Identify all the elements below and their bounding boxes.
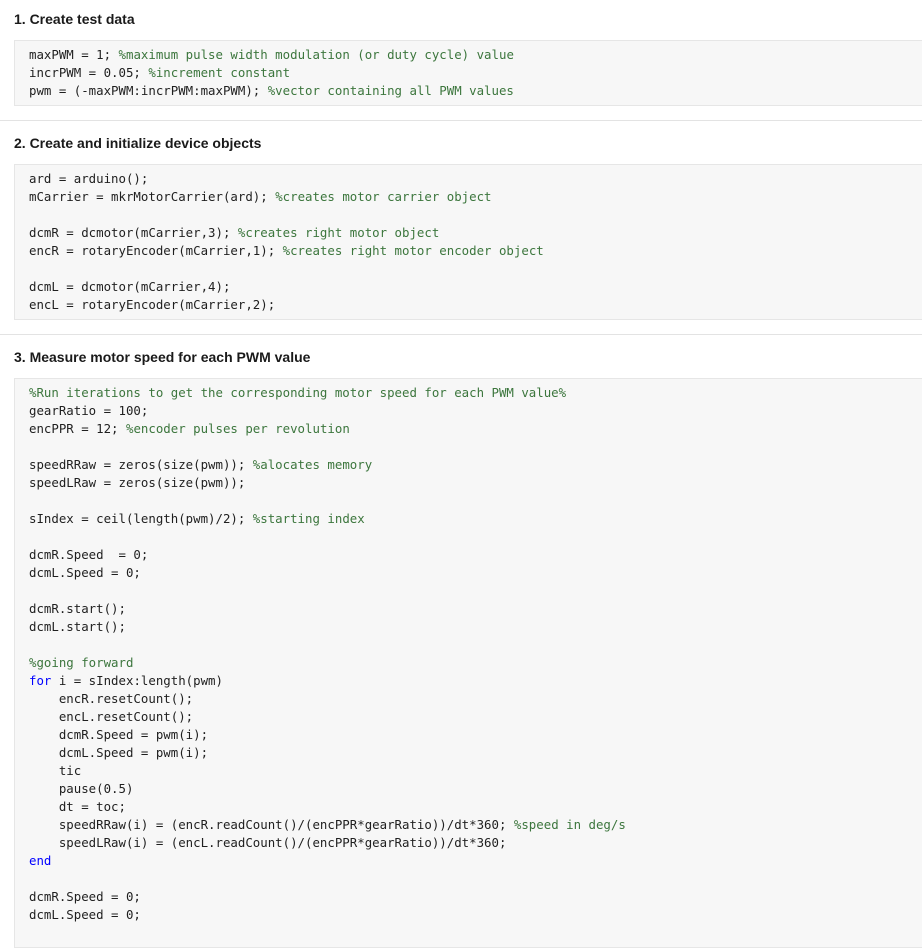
code-text: dcmR.Speed = pwm(i); (29, 727, 209, 742)
code-text: dcmL.Speed = pwm(i); (29, 745, 209, 760)
code-line: maxPWM = 1; %maximum pulse width modulat… (29, 46, 922, 64)
code-line: ard = arduino(); (29, 170, 922, 188)
code-text: dcmL = dcmotor(mCarrier,4); (29, 279, 231, 294)
code-text: encR = rotaryEncoder(mCarrier,1); (29, 243, 283, 258)
code-text: sIndex = ceil(length(pwm)/2); (29, 511, 253, 526)
code-text: tic (29, 763, 82, 778)
code-line: dcmR.start(); (29, 600, 922, 618)
code-text: ard = arduino(); (29, 171, 149, 186)
code-line: speedRRaw(i) = (encR.readCount()/(encPPR… (29, 816, 922, 834)
code-text: dcmL.Speed = 0; (29, 907, 141, 922)
code-line: for i = sIndex:length(pwm) (29, 672, 922, 690)
code-text: dcmR.start(); (29, 601, 126, 616)
code-text: maxPWM = 1; (29, 47, 119, 62)
code-block-create-test-data[interactable]: maxPWM = 1; %maximum pulse width modulat… (14, 40, 922, 106)
code-text: dcmR = dcmotor(mCarrier,3); (29, 225, 238, 240)
code-line: dcmL.Speed = 0; (29, 564, 922, 582)
code-line: sIndex = ceil(length(pwm)/2); %starting … (29, 510, 922, 528)
code-line: dcmR.Speed = 0; (29, 888, 922, 906)
code-text: speedLRaw = zeros(size(pwm)); (29, 475, 246, 490)
code-line: dcmR = dcmotor(mCarrier,3); %creates rig… (29, 224, 922, 242)
code-line: tic (29, 762, 922, 780)
code-line: dcmL.Speed = pwm(i); (29, 744, 922, 762)
code-text: speedRRaw(i) = (encR.readCount()/(encPPR… (29, 817, 514, 832)
code-text: speedLRaw(i) = (encL.readCount()/(encPPR… (29, 835, 507, 850)
code-comment: %creates right motor encoder object (282, 243, 544, 258)
code-line: speedLRaw = zeros(size(pwm)); (29, 474, 922, 492)
section-divider (0, 120, 922, 121)
code-line: encL = rotaryEncoder(mCarrier,2); (29, 296, 922, 314)
code-line: encR = rotaryEncoder(mCarrier,1); %creat… (29, 242, 922, 260)
code-line: incrPWM = 0.05; %increment constant (29, 64, 922, 82)
code-line: pause(0.5) (29, 780, 922, 798)
code-line: end (29, 852, 922, 870)
code-line: encR.resetCount(); (29, 690, 922, 708)
code-text: dcmR.Speed = 0; (29, 889, 141, 904)
code-line: pwm = (-maxPWM:incrPWM:maxPWM); %vector … (29, 82, 922, 100)
code-text: dcmL.Speed = 0; (29, 565, 141, 580)
section-divider (0, 334, 922, 335)
code-line: encL.resetCount(); (29, 708, 922, 726)
code-line: mCarrier = mkrMotorCarrier(ard); %create… (29, 188, 922, 206)
code-text: pwm = (-maxPWM:incrPWM:maxPWM); (29, 83, 268, 98)
code-text: speedRRaw = zeros(size(pwm)); (29, 457, 253, 472)
code-comment: %speed in deg/s (513, 817, 626, 832)
code-line: gearRatio = 100; (29, 402, 922, 420)
section-title: 1. Create test data (14, 11, 135, 27)
section-title: 3. Measure motor speed for each PWM valu… (14, 349, 311, 365)
code-text: encPPR = 12; (29, 421, 126, 436)
code-keyword: for (29, 673, 59, 688)
code-comment: %alocates memory (252, 457, 373, 472)
code-line: dt = toc; (29, 798, 922, 816)
section-title: 2. Create and initialize device objects (14, 135, 262, 151)
code-line: dcmR.Speed = 0; (29, 546, 922, 564)
code-line: speedLRaw(i) = (encL.readCount()/(encPPR… (29, 834, 922, 852)
code-line: dcmL.Speed = 0; (29, 906, 922, 924)
code-text: dcmL.start(); (29, 619, 126, 634)
code-comment: %encoder pulses per revolution (125, 421, 350, 436)
code-comment: %creates right motor object (237, 225, 440, 240)
code-text: incrPWM = 0.05; (29, 65, 149, 80)
code-comment: %increment constant (148, 65, 291, 80)
code-text: gearRatio = 100; (29, 403, 149, 418)
code-comment: %Run iterations to get the corresponding… (29, 385, 567, 400)
code-text: encR.resetCount(); (29, 691, 194, 706)
code-comment: %creates motor carrier object (275, 189, 492, 204)
code-text: dcmR.Speed = 0; (29, 547, 149, 562)
code-text: pause(0.5) (29, 781, 134, 796)
code-line: encPPR = 12; %encoder pulses per revolut… (29, 420, 922, 438)
code-comment: %maximum pulse width modulation (or duty… (118, 47, 514, 62)
code-comment: %going forward (29, 655, 134, 670)
code-line: dcmL = dcmotor(mCarrier,4); (29, 278, 922, 296)
code-text: mCarrier = mkrMotorCarrier(ard); (29, 189, 276, 204)
code-comment: %starting index (252, 511, 365, 526)
code-text: i = sIndex:length(pwm) (58, 673, 223, 688)
code-line: %going forward (29, 654, 922, 672)
code-text: encL = rotaryEncoder(mCarrier,2); (29, 297, 276, 312)
code-comment: %vector containing all PWM values (267, 83, 514, 98)
code-text: encL.resetCount(); (29, 709, 194, 724)
code-line: %Run iterations to get the corresponding… (29, 384, 922, 402)
code-block-measure-motor-speed[interactable]: %Run iterations to get the corresponding… (14, 378, 922, 948)
code-block-initialize-devices[interactable]: ard = arduino(); mCarrier = mkrMotorCarri… (14, 164, 922, 320)
code-text: dt = toc; (29, 799, 126, 814)
code-line: speedRRaw = zeros(size(pwm)); %alocates … (29, 456, 922, 474)
code-line: dcmL.start(); (29, 618, 922, 636)
code-line: dcmR.Speed = pwm(i); (29, 726, 922, 744)
code-keyword: end (29, 853, 52, 868)
